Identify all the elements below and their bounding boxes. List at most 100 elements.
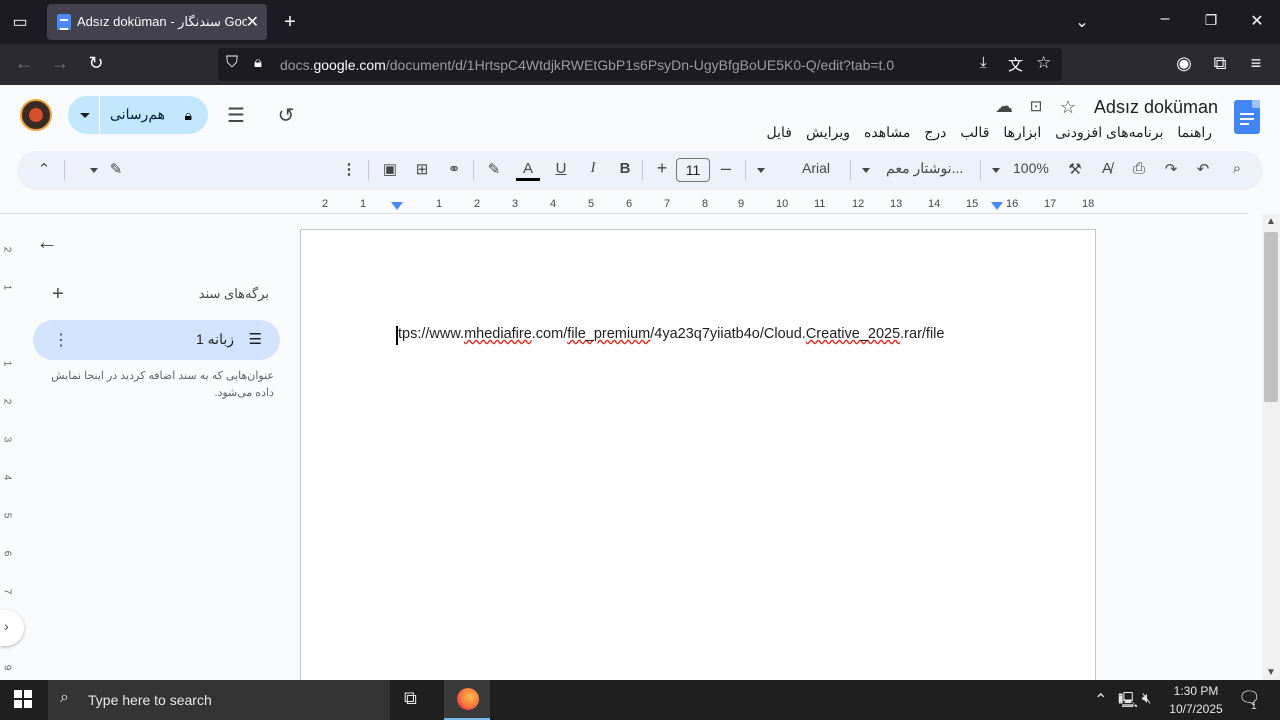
ruler-label: 4 (550, 198, 557, 210)
volume-muted-icon[interactable]: 🔇︎ (1142, 690, 1151, 707)
extensions-icon[interactable]: ⧉ (1208, 53, 1232, 74)
menu-tools[interactable]: ابزارها (1003, 124, 1041, 141)
expand-sidebar-button[interactable]: › (0, 610, 24, 646)
firefox-taskbar-icon[interactable] (444, 680, 490, 720)
url-text[interactable]: docs.google.com/document/d/1HrtspC4Wtdjk… (280, 57, 894, 73)
task-view-icon[interactable]: ⧉ (404, 688, 417, 709)
taskbar-search[interactable]: ⌕ Type here to search (48, 680, 390, 720)
share-button[interactable]: هم‌رسانی 🔒︎ (100, 96, 208, 134)
bold-icon[interactable]: B (613, 160, 637, 177)
font-size-input[interactable]: 11 (676, 158, 710, 182)
highlight-color-icon[interactable]: ✎ (482, 160, 506, 178)
hide-menus-icon[interactable]: ⌃ (32, 160, 56, 178)
clock-time[interactable]: 1:30 PM (1168, 684, 1224, 698)
add-tab-icon[interactable]: + (52, 283, 64, 306)
forward-icon[interactable]: → (48, 53, 72, 74)
document-title[interactable]: Adsız doküman (1094, 97, 1218, 118)
scroll-down-icon[interactable]: ▼ (1266, 667, 1276, 678)
menu-edit[interactable]: ویرایش (806, 124, 850, 141)
menu-help[interactable]: راهنما (1177, 124, 1212, 141)
notifications-icon[interactable]: 🗨︎ (1238, 688, 1261, 709)
menu-format[interactable]: قالب (960, 124, 989, 141)
close-tab-icon[interactable]: ✕ (246, 12, 259, 32)
right-indent-marker[interactable] (991, 202, 1003, 216)
more-options-icon[interactable]: ⋮ (337, 160, 361, 178)
text-color-icon[interactable]: A (516, 160, 540, 181)
app-menu-icon[interactable]: ≡ (1244, 53, 1268, 74)
ruler-label: 1 (360, 198, 367, 210)
redo-icon[interactable]: ↷ (1159, 160, 1183, 178)
back-arrow-icon[interactable]: ← (36, 229, 58, 255)
decrease-font-size-button[interactable]: – (714, 158, 738, 179)
docs-logo-icon[interactable] (1234, 100, 1260, 134)
editing-mode-dropdown-icon[interactable] (90, 168, 98, 177)
vertical-scrollbar[interactable]: ▲ ▼ (1262, 214, 1280, 680)
horizontal-ruler[interactable]: 2 1 1 2 3 4 5 6 7 8 9 10 11 12 13 14 15 … (300, 198, 1100, 214)
restore-icon[interactable]: ❐ (1196, 12, 1226, 29)
scroll-up-icon[interactable]: ▲ (1266, 216, 1276, 227)
left-indent-marker[interactable] (391, 202, 403, 216)
ruler-label: 2 (474, 198, 481, 210)
insert-image-icon[interactable]: ▣ (378, 160, 402, 178)
url-bar[interactable]: ⛉ 🔒︎ docs.google.com/document/d/1HrtspC4… (218, 48, 1062, 81)
font-dropdown-icon[interactable] (757, 168, 765, 177)
minimize-icon[interactable]: – (1150, 10, 1180, 28)
toolbar-separator (850, 160, 851, 180)
tab-icon: ☰ (248, 331, 262, 348)
new-tab-button[interactable]: + (275, 11, 305, 34)
lock-icon[interactable]: 🔒︎ (254, 54, 262, 71)
close-window-icon[interactable]: ✕ (1242, 11, 1272, 31)
menu-view[interactable]: مشاهده (864, 124, 910, 141)
spellcheck-icon[interactable]: A̸ (1095, 160, 1119, 177)
translate-icon[interactable]: 文 (1008, 54, 1023, 75)
ruler-label: 10 (776, 198, 789, 210)
move-folder-icon[interactable]: ⊡ (1024, 97, 1048, 115)
browser-tab[interactable]: Adsız doküman - سندنگار Googl ✕ (47, 4, 267, 40)
print-icon[interactable]: ⎙ (1127, 160, 1151, 177)
insert-link-icon[interactable]: ⚭ (442, 160, 466, 178)
cloud-status-icon[interactable]: ☁ (992, 96, 1016, 117)
document-text[interactable]: tps://www.mhediafire.com/file_premium/4y… (398, 326, 944, 342)
menu-extensions[interactable]: برنامه‌های افزودنی (1055, 124, 1163, 141)
italic-icon[interactable]: I (581, 160, 605, 177)
reload-icon[interactable]: ↻ (84, 53, 108, 74)
comments-icon[interactable]: ☰ (224, 103, 248, 128)
font-select[interactable]: Arial (802, 160, 830, 176)
menu-insert[interactable]: درج (924, 124, 946, 141)
bookmark-star-icon[interactable]: ☆ (1036, 53, 1051, 73)
install-app-icon[interactable]: ⤓ (980, 54, 987, 71)
zoom-select[interactable]: 100% (1013, 160, 1049, 176)
search-menus-icon[interactable]: ⌕ (1225, 160, 1249, 177)
windows-start-icon[interactable] (14, 690, 32, 708)
list-all-tabs-icon[interactable]: ⌄ (1067, 12, 1097, 32)
show-hidden-icons-icon[interactable]: ⌃ (1094, 690, 1107, 710)
shield-icon[interactable]: ⛉ (226, 54, 238, 72)
editing-mode-icon[interactable]: ✎ (104, 160, 128, 178)
underline-icon[interactable]: U (549, 160, 573, 177)
zoom-dropdown-icon[interactable] (992, 168, 1000, 177)
style-dropdown-icon[interactable] (862, 168, 870, 177)
version-history-icon[interactable]: ↺ (274, 103, 298, 128)
menu-file[interactable]: فایل (767, 124, 792, 141)
paint-format-icon[interactable]: ⚒ (1063, 160, 1087, 178)
sidebar-item-tab-1[interactable]: ☰ زبانه 1 ⋮ (33, 320, 280, 360)
tab-more-options-icon[interactable]: ⋮ (53, 330, 69, 350)
clock-date[interactable]: 10/7/2025 (1168, 702, 1224, 716)
toolbar-separator (642, 160, 643, 180)
tab-list-icon[interactable]: ▭ (5, 12, 35, 32)
document-page[interactable] (300, 229, 1096, 689)
document-tabs-heading: برگه‌های سند (198, 286, 269, 301)
increase-font-size-button[interactable]: + (650, 158, 674, 179)
share-dropdown-button[interactable] (68, 96, 99, 134)
ruler-label: 2 (322, 198, 329, 210)
star-icon[interactable]: ☆ (1056, 97, 1080, 118)
network-icon[interactable]: 🖳︎ (1118, 690, 1138, 715)
avatar[interactable] (20, 99, 52, 131)
account-icon[interactable]: ◉ (1172, 53, 1196, 74)
vruler-label: 3 (1, 436, 13, 443)
style-select[interactable]: نوشتار معم... (886, 160, 963, 177)
scrollbar-thumb[interactable] (1264, 232, 1278, 402)
undo-icon[interactable]: ↶ (1191, 160, 1215, 178)
add-comment-icon[interactable]: ⊞ (410, 160, 434, 178)
back-icon[interactable]: ← (12, 53, 36, 74)
